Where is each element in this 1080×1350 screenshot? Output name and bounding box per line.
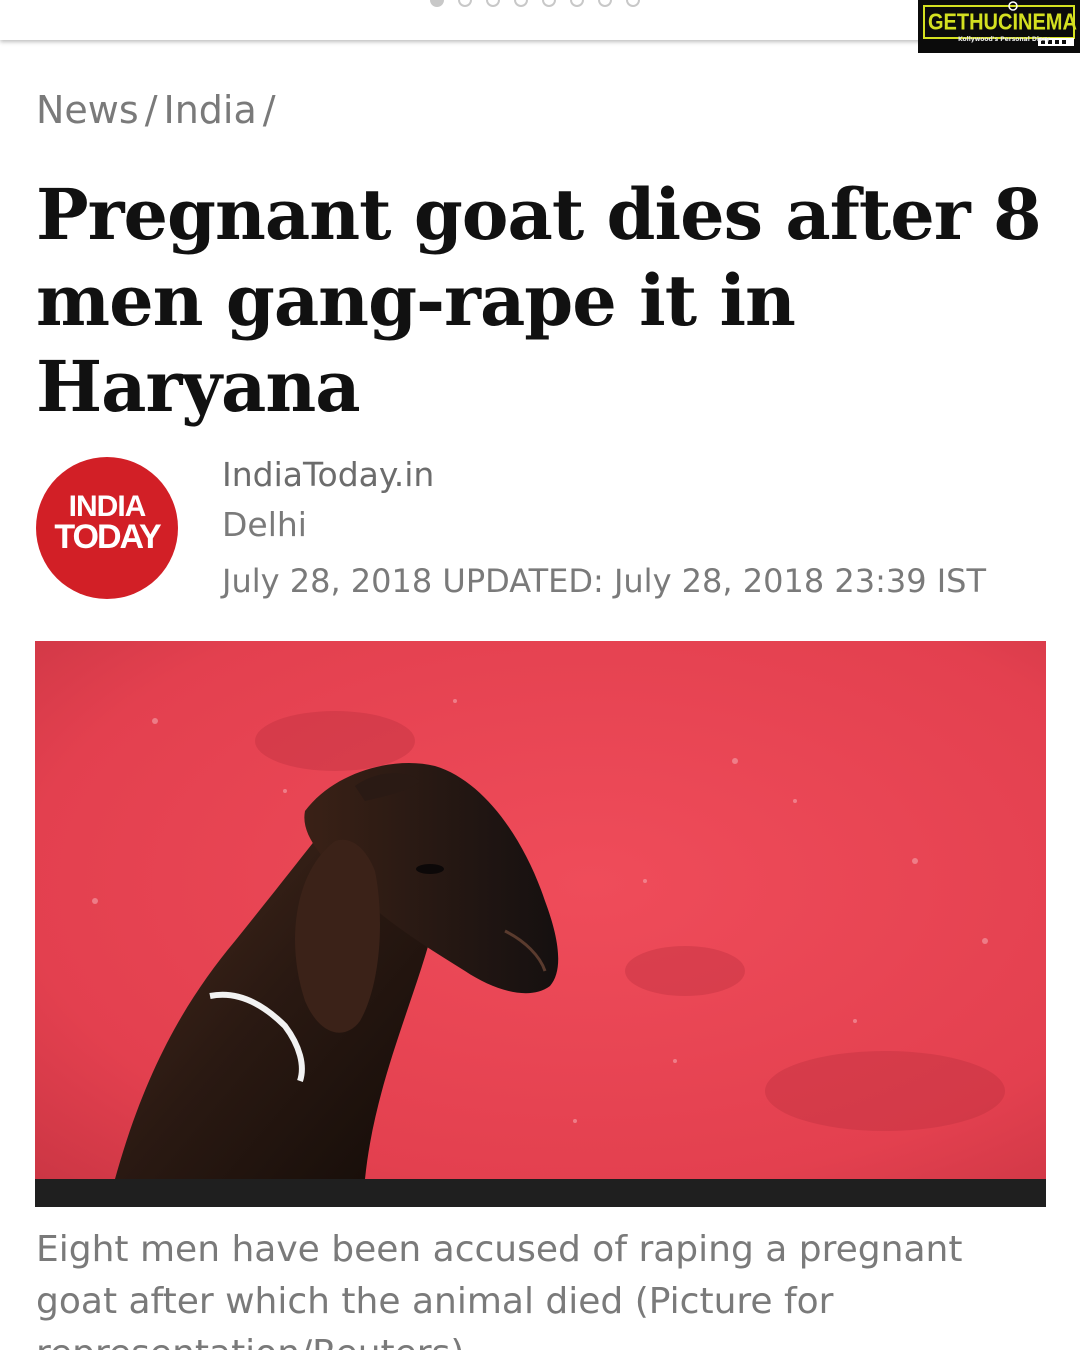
headline-line: men gang-rape it in xyxy=(36,259,796,342)
logo-line-today: TODAY xyxy=(54,518,161,556)
breadcrumb-separator: / xyxy=(144,88,158,132)
carousel-dot[interactable] xyxy=(486,0,500,7)
photo-caption-bar xyxy=(35,1179,1046,1207)
headline-line: Haryana xyxy=(36,345,361,428)
breadcrumb-separator: / xyxy=(262,88,276,132)
carousel-dot[interactable] xyxy=(514,0,528,7)
watermark-logo: GETHUCINEMA Kollywood's Personal Diary xyxy=(918,0,1080,53)
article-source[interactable]: IndiaToday.in xyxy=(222,455,434,494)
photo-caption: Eight men have been accused of raping a … xyxy=(36,1229,963,1350)
watermark-brand: GETHUCINEMA xyxy=(928,10,1077,36)
article-photo[interactable] xyxy=(35,641,1046,1179)
carousel-dot[interactable] xyxy=(542,0,556,7)
watermark-tagline: Kollywood's Personal Diary xyxy=(958,36,1050,43)
carousel-indicator[interactable] xyxy=(430,0,640,7)
carousel-dot[interactable] xyxy=(570,0,584,7)
breadcrumb-india[interactable]: India xyxy=(164,88,257,132)
article-dateline: July 28, 2018 UPDATED: July 28, 2018 23:… xyxy=(222,562,987,600)
article-headline: Pregnant goat dies after 8 men gang-rape… xyxy=(36,172,1046,430)
india-today-logo[interactable]: INDIA TODAY xyxy=(36,457,178,599)
breadcrumb: News / India / xyxy=(36,88,282,132)
article-location: Delhi xyxy=(222,505,307,544)
carousel-dot[interactable] xyxy=(626,0,640,7)
goat-photo xyxy=(35,641,1046,1179)
carousel-dot[interactable] xyxy=(598,0,612,7)
breadcrumb-news[interactable]: News xyxy=(36,88,139,132)
headline-line: Pregnant goat dies after 8 xyxy=(36,173,1042,256)
carousel-dot[interactable] xyxy=(458,0,472,7)
carousel-dot[interactable] xyxy=(430,0,444,7)
